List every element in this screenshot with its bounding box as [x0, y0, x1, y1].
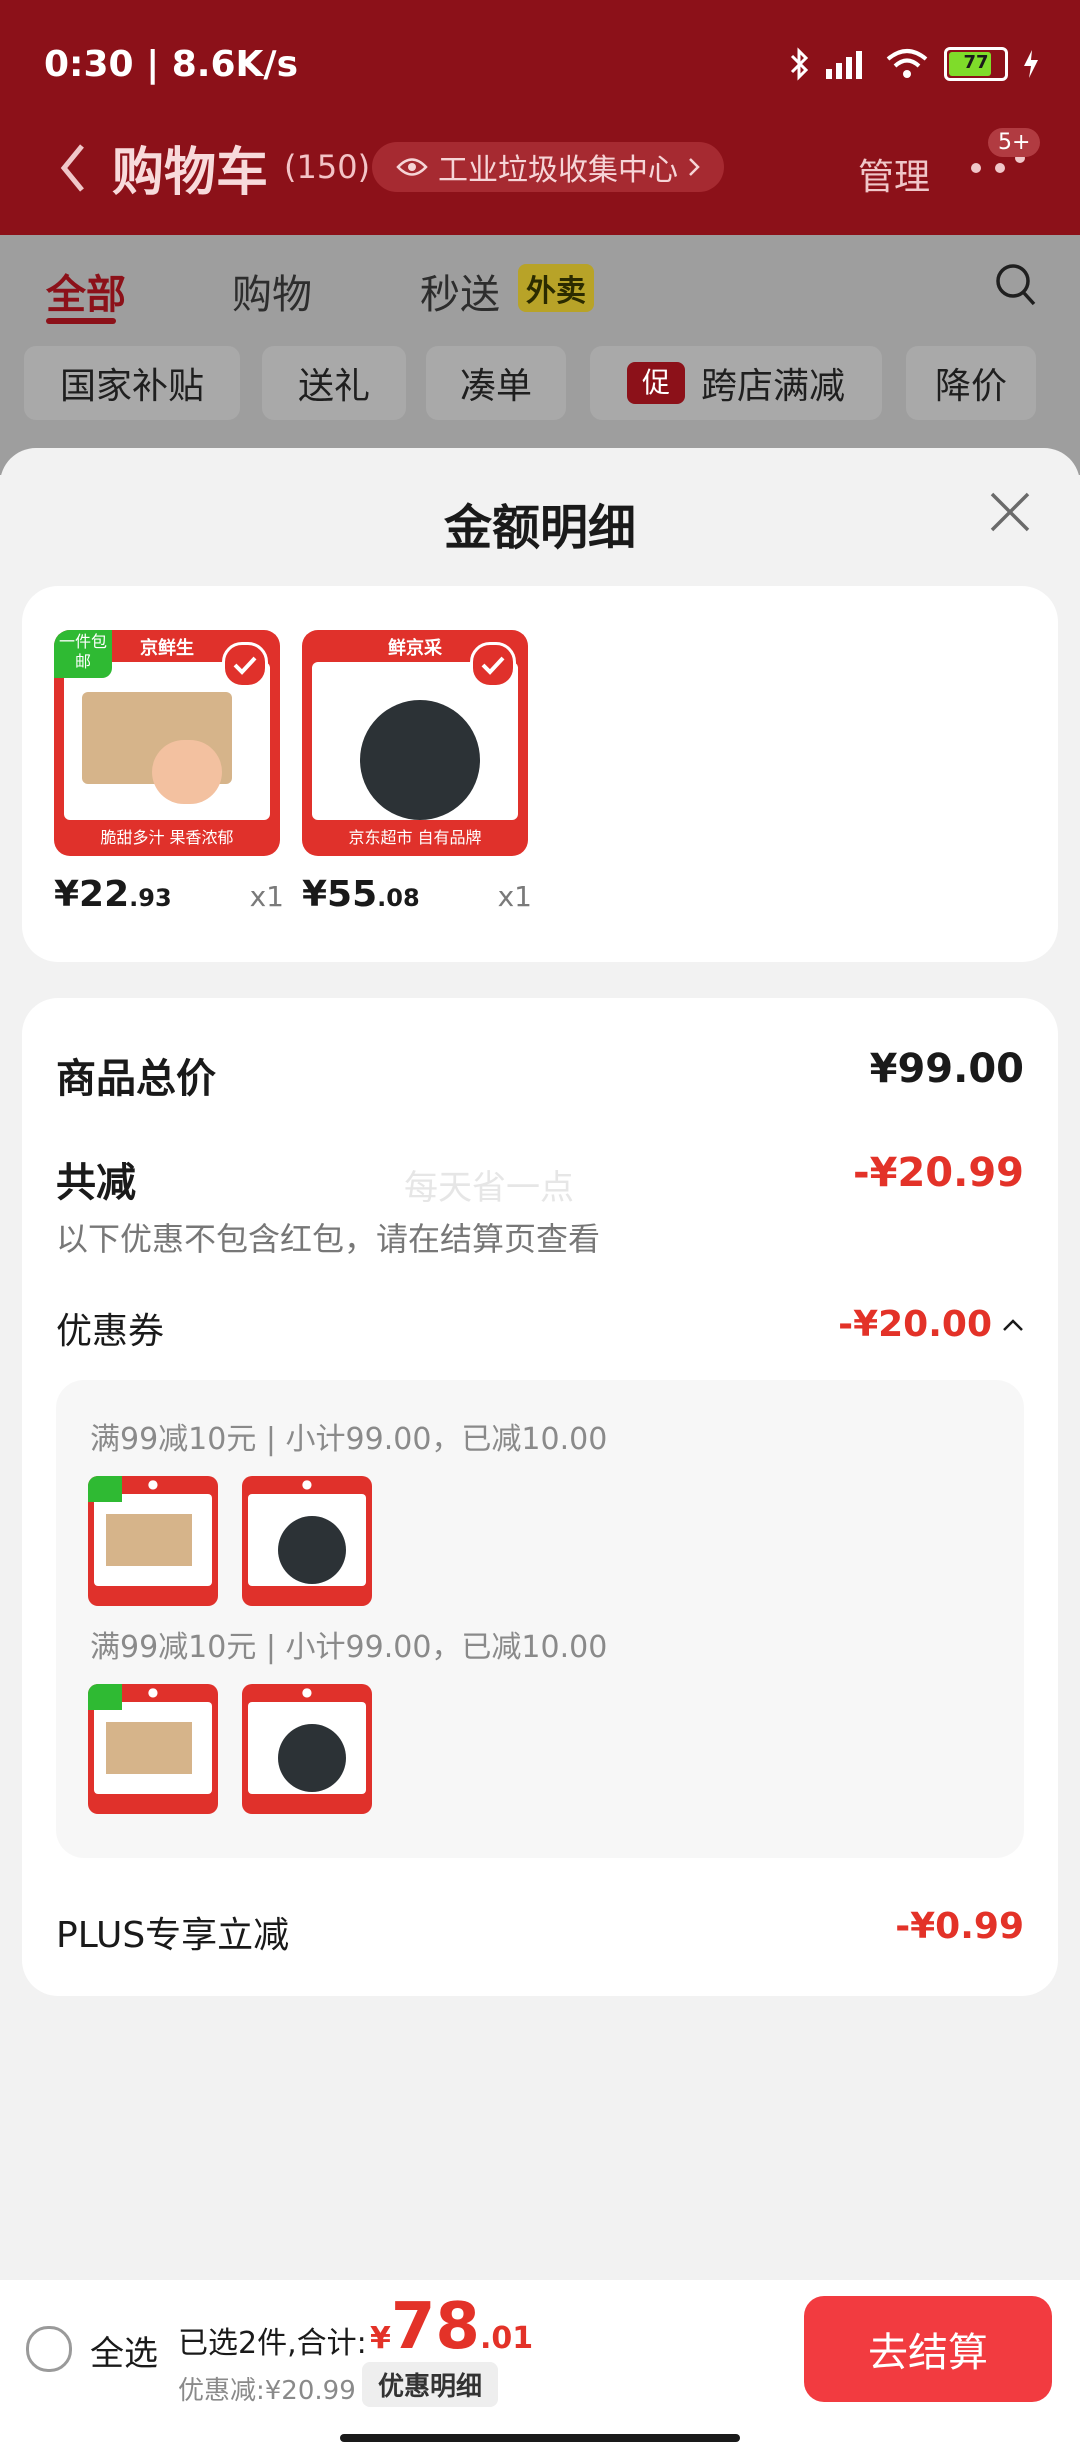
tab-all[interactable]: 全部 [46, 262, 126, 320]
product-qty: x1 [497, 880, 532, 913]
chip-price-drop[interactable]: 降价 [906, 346, 1036, 420]
page-title: 购物车 [112, 143, 269, 203]
product-image: 京鲜生 一件包邮 脆甜多汁 果香浓郁 [54, 630, 280, 856]
total-amount: ¥78.01 [370, 2290, 534, 2364]
plus-label: PLUS专享立减 [56, 1915, 290, 1956]
product-image: 鲜京采 京东超市 自有品牌 [302, 630, 528, 856]
free-shipping-tag: 一件包邮 [54, 630, 112, 678]
coupon-toggle[interactable]: -¥20.00 [838, 1304, 1024, 1345]
chip-cross-store[interactable]: 促跨店满减 [590, 346, 882, 420]
battery-icon: 77 [944, 47, 1008, 81]
location-label: 工业垃圾收集中心 [438, 153, 678, 188]
selected-summary: 已选2件,合计: [178, 2326, 367, 2361]
status-bar: 0:30 | 8.6K/s 77 [0, 0, 1080, 140]
location-pill[interactable]: 工业垃圾收集中心 [372, 142, 724, 192]
checked-icon [470, 642, 516, 688]
product-item[interactable]: 鲜京采 京东超市 自有品牌 ¥55.08 x1 [302, 630, 532, 915]
close-icon[interactable] [988, 490, 1032, 534]
tab-instant[interactable]: 秒送 [420, 262, 500, 320]
home-indicator[interactable] [340, 2434, 740, 2442]
eye-icon [396, 158, 428, 176]
product-item[interactable]: 京鲜生 一件包邮 脆甜多汁 果香浓郁 ¥22.93 x1 [54, 630, 284, 915]
bluetooth-icon [790, 47, 809, 81]
chevron-up-icon [1003, 1318, 1023, 1331]
tab-underline [46, 318, 116, 324]
search-icon[interactable] [994, 262, 1038, 308]
waimai-tag: 外卖 [518, 264, 594, 312]
charging-icon [1024, 50, 1038, 78]
coupon-product-thumb: ● [88, 1476, 218, 1606]
coupon-value: -¥20.00 [838, 1304, 992, 1345]
select-all-label[interactable]: 全选 [90, 2326, 158, 2375]
coupon-product-thumb: ● [242, 1476, 372, 1606]
total-value: ¥99.00 [869, 1046, 1024, 1092]
tab-shopping[interactable]: 购物 [232, 262, 312, 320]
battery-level: 77 [963, 52, 989, 73]
signal-icon [826, 51, 862, 79]
status-time: 0:30 | 8.6K/s [44, 44, 299, 85]
coupon-line: 满99减10元 | 小计99.00，已减10.00 [90, 1422, 608, 1457]
chip-addon[interactable]: 凑单 [426, 346, 566, 420]
chip-gift[interactable]: 送礼 [262, 346, 406, 420]
chevron-right-icon [689, 158, 700, 176]
manage-button[interactable]: 管理 [858, 148, 930, 200]
discount-detail-button[interactable]: 优惠明细 [362, 2362, 499, 2407]
select-all-radio[interactable] [26, 2326, 72, 2372]
product-caption: 京东超市 自有品牌 [348, 828, 482, 847]
wifi-icon [886, 49, 928, 78]
chip-subsidy[interactable]: 国家补贴 [24, 346, 240, 420]
promo-tag: 促 [626, 362, 685, 404]
cart-count: (150) [284, 148, 371, 186]
reduce-label: 共减 [56, 1160, 136, 1206]
status-icons: 77 [788, 46, 1040, 82]
reduce-note: 以下优惠不包含红包，请在结算页查看 [56, 1220, 601, 1258]
back-icon[interactable] [58, 142, 88, 194]
discount-text: 优惠减:¥20.99 [178, 2376, 356, 2406]
plus-value: -¥0.99 [895, 1906, 1024, 1947]
reduce-value: -¥20.99 [853, 1150, 1024, 1196]
coupon-line: 满99减10元 | 小计99.00，已减10.00 [90, 1630, 608, 1665]
checked-icon [222, 642, 268, 688]
coupon-product-thumb: ● [242, 1684, 372, 1814]
watermark-text: 每天省一点 [404, 1168, 574, 1208]
coupon-label: 优惠券 [56, 1311, 165, 1352]
checkout-button[interactable]: 去结算 [804, 2296, 1052, 2402]
message-badge: 5+ [988, 128, 1041, 157]
coupon-product-thumb: ● [88, 1684, 218, 1814]
product-qty: x1 [249, 880, 284, 913]
product-caption: 脆甜多汁 果香浓郁 [100, 828, 234, 847]
sheet-title: 金额明细 [443, 500, 636, 556]
total-label: 商品总价 [56, 1056, 216, 1102]
